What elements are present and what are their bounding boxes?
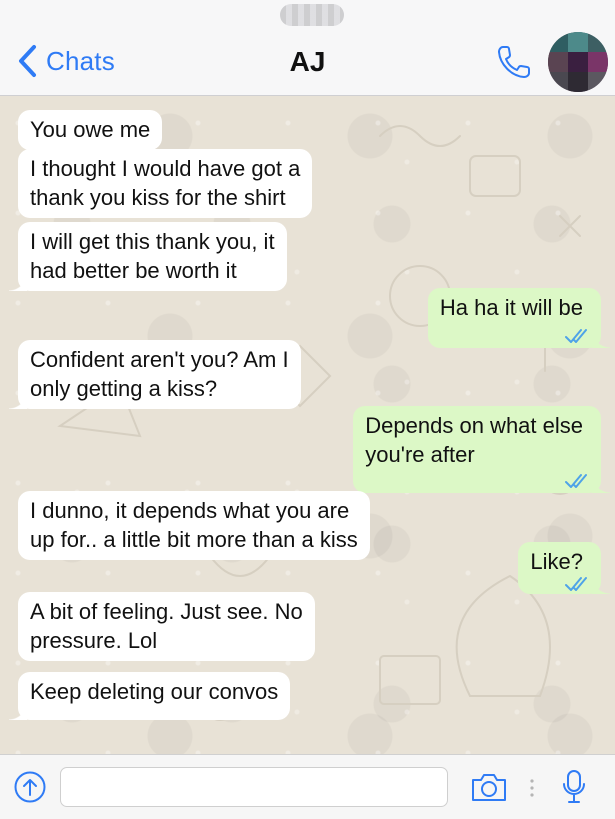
outgoing-message[interactable]: Like? [518,542,610,594]
contact-name[interactable]: AJ [290,46,326,77]
incoming-message[interactable]: A bit of feeling. Just see. No pressure.… [18,592,315,661]
message-text: had better be worth it [30,258,237,283]
message-text: up for.. a little bit more than a kiss [30,527,358,552]
incoming-message[interactable]: Confident aren't you? Am I only getting … [9,340,301,409]
incoming-message[interactable]: Keep deleting our convos [8,672,291,720]
chat-header: Chats AJ [0,0,615,96]
read-receipt-icon [565,474,587,488]
incoming-message[interactable]: I dunno, it depends what you are up for.… [18,491,370,560]
microphone-icon[interactable] [561,769,587,805]
message-text: Depends on what else [365,413,583,438]
read-receipt-icon [565,577,587,591]
message-text: I will get this thank you, it [30,229,275,254]
separator-dots-icon [530,779,534,797]
message-text: You owe me [30,117,151,142]
avatar[interactable] [548,32,608,92]
read-receipt-icon [565,329,587,343]
back-label: Chats [46,45,115,76]
message-text: Keep deleting our convos [30,679,279,704]
message-text: I thought I would have got a [30,156,301,181]
message-text: I dunno, it depends what you are [30,498,350,523]
outgoing-message[interactable]: Ha ha it will be [427,288,611,348]
message-text: thank you kiss for the shirt [30,185,286,210]
outgoing-message[interactable]: Depends on what else you're after [353,406,610,493]
back-button[interactable]: Chats [16,44,115,78]
camera-icon[interactable] [470,771,508,803]
upload-arrow-icon[interactable] [14,771,46,803]
message-input[interactable] [60,767,448,807]
chat-area[interactable]: You owe me I thought I would have got a … [0,96,615,754]
message-text: Like? [530,549,583,574]
message-text: you're after [365,442,475,467]
message-text: A bit of feeling. Just see. No [30,599,303,624]
incoming-message[interactable]: I thought I would have got a thank you k… [18,149,313,218]
chevron-left-icon [19,45,36,77]
message-text: Confident aren't you? Am I [30,347,289,372]
incoming-message[interactable]: You owe me [18,110,163,150]
message-text: Ha ha it will be [439,295,583,320]
input-bar [0,754,615,819]
message-text: only getting a kiss? [30,376,218,401]
incoming-message[interactable]: I will get this thank you, it had better… [9,222,287,291]
phone-icon[interactable] [494,42,534,82]
message-text: pressure. Lol [30,628,158,653]
blurred-status-area [280,4,344,26]
